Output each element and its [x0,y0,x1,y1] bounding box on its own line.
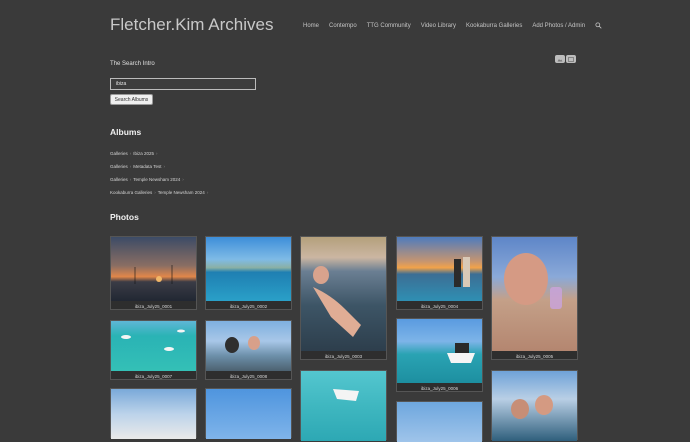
photo-thumbnail[interactable]: ibiza_July25_0002 [205,236,292,310]
nav-item-video-library[interactable]: Video Library [421,23,456,29]
main-nav: Home Contempo TTG Community Video Librar… [303,22,602,29]
grid-view-icon[interactable] [555,55,565,63]
photo-caption: ibiza_July25_0003 [324,354,363,359]
nav-item-kookaburra-galleries[interactable]: Kookaburra Galleries [466,23,522,29]
album-row: Galleries › Ibiza 2025 › [110,151,160,156]
nav-item-contempo[interactable]: Contempo [329,23,357,29]
search-icon[interactable] [595,22,602,29]
search-input[interactable] [110,78,256,90]
boat-clear-water-photo [301,371,386,441]
chevron-right-icon: › [206,190,209,195]
sky-photo [206,389,291,439]
sunset-photo [111,237,196,301]
photo-caption: ibiza_July25_0005 [515,354,554,359]
album-parent-link[interactable]: Galleries [110,151,128,156]
photo-thumbnail[interactable]: ibiza_July25_0006 [396,318,483,392]
sky-photo [397,402,482,442]
nav-item-ttg-community[interactable]: TTG Community [367,23,411,29]
photo-thumbnail[interactable]: ibiza_July25_0004 [396,236,483,310]
couple-sunset-photo [397,237,482,301]
album-row: Galleries › Metadata Test › [110,164,167,169]
photo-thumbnail[interactable] [396,401,483,442]
album-parent-link[interactable]: Galleries [110,164,128,169]
photo-thumbnail[interactable]: ibiza_July25_0005 [491,236,578,360]
search-albums-button[interactable]: Search Albums [110,94,153,105]
photo-thumbnail[interactable] [205,388,292,439]
albums-heading: Albums [110,127,142,137]
view-toggle [555,55,576,63]
photos-heading: Photos [110,212,139,222]
chevron-right-icon: › [156,151,158,156]
photo-caption: ibiza_July25_0001 [134,304,173,309]
photo-thumbnail[interactable]: ibiza_July25_0007 [110,320,197,380]
photo-thumbnail[interactable]: ibiza_July25_0008 [205,320,292,380]
list-view-icon[interactable] [566,55,576,63]
album-link[interactable]: Ibiza 2025 [133,151,154,156]
album-link[interactable]: Temple Newsham 2024 [158,190,205,195]
album-link[interactable]: Metadata Test [133,164,161,169]
breadcrumb-separator-icon: › [129,151,132,156]
site-title[interactable]: Fletcher.Kim Archives [110,15,273,35]
album-parent-link[interactable]: Kookaburra Galleries [110,190,152,195]
photo-thumbnail[interactable] [491,370,578,441]
photo-caption: ibiza_July25_0007 [134,374,173,379]
nav-item-home[interactable]: Home [303,23,319,29]
lounger-photo [301,237,386,351]
breadcrumb-separator-icon: › [129,177,132,182]
photo-thumbnail[interactable]: ibiza_July25_0003 [300,236,387,360]
album-row: Galleries › Temple Newsham 2024 › [110,177,186,182]
motorboat-photo [397,319,482,383]
photo-caption: ibiza_July25_0002 [229,304,268,309]
photo-caption: ibiza_July25_0004 [420,304,459,309]
photo-thumbnail[interactable]: ibiza_July25_0001 [110,236,197,310]
boat-crew-photo [206,321,291,371]
chevron-right-icon: › [163,164,165,169]
photo-caption: ibiza_July25_0006 [420,386,459,391]
photo-caption: ibiza_July25_0008 [229,374,268,379]
album-link[interactable]: Temple Newsham 2024 [133,177,180,182]
photo-thumbnail[interactable] [110,388,197,439]
album-row: Kookaburra Galleries › Temple Newsham 2024… [110,190,210,195]
pool-photo [206,237,291,301]
nav-item-add-photos-admin[interactable]: Add Photos / Admin [532,23,585,29]
boats-bay-photo [111,321,196,371]
chevron-right-icon: › [182,177,184,182]
breadcrumb-separator-icon: › [129,164,132,169]
photo-thumbnail[interactable] [300,370,387,441]
search-intro: The Search Intro [110,61,155,67]
jetski-selfie-photo [111,389,196,439]
boat-selfie-photo [492,371,577,441]
breadcrumb-separator-icon: › [154,190,156,195]
album-parent-link[interactable]: Galleries [110,177,128,182]
selfie-drink-photo [492,237,577,351]
